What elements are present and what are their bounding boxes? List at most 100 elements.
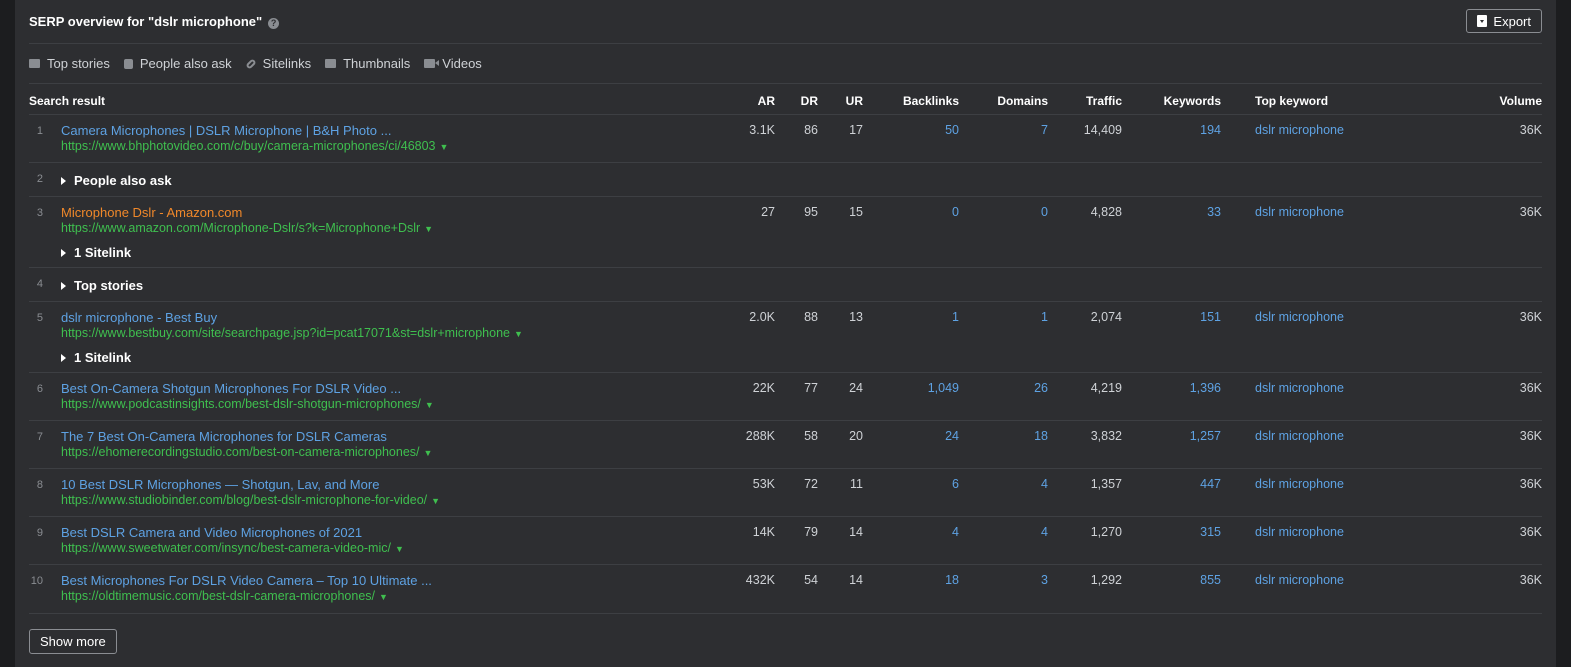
chevron-down-icon[interactable]: ▼ bbox=[395, 544, 404, 554]
export-button[interactable]: Export bbox=[1466, 9, 1542, 33]
result-url[interactable]: https://www.studiobinder.com/blog/best-d… bbox=[61, 493, 440, 507]
result-title-link[interactable]: 10 Best DSLR Microphones — Shotgun, Lav,… bbox=[61, 477, 379, 492]
table-row: 6 Best On-Camera Shotgun Microphones For… bbox=[29, 373, 1542, 421]
result-title-link[interactable]: Camera Microphones | DSLR Microphone | B… bbox=[61, 123, 391, 138]
cell-domains[interactable]: 1 bbox=[1041, 310, 1048, 324]
cell-top-keyword[interactable]: dslr microphone bbox=[1255, 123, 1344, 137]
table-row: 2 People also ask bbox=[29, 163, 1542, 197]
help-icon[interactable]: ? bbox=[268, 18, 280, 29]
cell-keywords[interactable]: 33 bbox=[1207, 205, 1221, 219]
result-title-link[interactable]: Best Microphones For DSLR Video Camera –… bbox=[61, 573, 432, 588]
row-number: 1 bbox=[36, 125, 43, 137]
result-url[interactable]: https://www.sweetwater.com/insync/best-c… bbox=[61, 541, 404, 555]
result-url[interactable]: https://www.bhphotovideo.com/c/buy/camer… bbox=[61, 139, 448, 153]
cell-dr: 54 bbox=[804, 573, 818, 587]
panel-header: SERP overview for "dslr microphone"? Exp… bbox=[29, 0, 1542, 44]
result-url[interactable]: https://ehomerecordingstudio.com/best-on… bbox=[61, 445, 432, 459]
cell-ar: 22K bbox=[752, 381, 775, 395]
chevron-down-icon[interactable]: ▼ bbox=[425, 400, 434, 410]
col-traffic[interactable]: Traffic bbox=[1086, 94, 1122, 108]
feature-sitelinks: Sitelinks bbox=[244, 56, 311, 71]
image-icon bbox=[325, 59, 337, 68]
result-url[interactable]: https://www.amazon.com/Microphone-Dslr/s… bbox=[61, 221, 433, 235]
expand-sitelink[interactable]: 1 Sitelink bbox=[61, 245, 131, 260]
cell-backlinks[interactable]: 18 bbox=[945, 573, 959, 587]
cell-dr: 72 bbox=[804, 477, 818, 491]
cell-domains[interactable]: 3 bbox=[1041, 573, 1048, 587]
feature-people-also-ask: People also ask bbox=[123, 56, 232, 71]
cell-top-keyword[interactable]: dslr microphone bbox=[1255, 429, 1344, 443]
cell-top-keyword[interactable]: dslr microphone bbox=[1255, 205, 1344, 219]
row-number: 7 bbox=[36, 431, 43, 443]
result-title-link[interactable]: The 7 Best On-Camera Microphones for DSL… bbox=[61, 429, 387, 444]
cell-top-keyword[interactable]: dslr microphone bbox=[1255, 573, 1344, 587]
cell-domains[interactable]: 18 bbox=[1034, 429, 1048, 443]
cell-dr: 77 bbox=[804, 381, 818, 395]
cell-backlinks[interactable]: 50 bbox=[945, 123, 959, 137]
result-title-link[interactable]: Microphone Dslr - Amazon.com bbox=[61, 205, 242, 220]
result-url[interactable]: https://oldtimemusic.com/best-dslr-camer… bbox=[61, 589, 388, 603]
export-file-icon bbox=[1477, 15, 1488, 27]
cell-domains[interactable]: 26 bbox=[1034, 381, 1048, 395]
col-ur[interactable]: UR bbox=[846, 94, 863, 108]
chevron-down-icon[interactable]: ▼ bbox=[424, 224, 433, 234]
cell-domains[interactable]: 4 bbox=[1041, 525, 1048, 539]
cell-domains[interactable]: 0 bbox=[1041, 205, 1048, 219]
col-keywords[interactable]: Keywords bbox=[1164, 94, 1221, 108]
video-icon bbox=[424, 59, 440, 68]
cell-domains[interactable]: 4 bbox=[1041, 477, 1048, 491]
cell-domains[interactable]: 7 bbox=[1041, 123, 1048, 137]
cell-backlinks[interactable]: 0 bbox=[952, 205, 959, 219]
chevron-down-icon[interactable]: ▼ bbox=[514, 329, 523, 339]
chevron-down-icon[interactable]: ▼ bbox=[440, 142, 449, 152]
col-volume[interactable]: Volume bbox=[1500, 94, 1542, 108]
expand-top-stories[interactable]: Top stories bbox=[61, 278, 143, 293]
result-title-link[interactable]: Best DSLR Camera and Video Microphones o… bbox=[61, 525, 362, 540]
col-ar[interactable]: AR bbox=[758, 94, 775, 108]
cell-backlinks[interactable]: 1 bbox=[952, 310, 959, 324]
cell-top-keyword[interactable]: dslr microphone bbox=[1255, 310, 1344, 324]
cell-keywords[interactable]: 1,257 bbox=[1190, 429, 1221, 443]
result-url[interactable]: https://www.podcastinsights.com/best-dsl… bbox=[61, 397, 434, 411]
result-title-link[interactable]: Best On-Camera Shotgun Microphones For D… bbox=[61, 381, 401, 396]
expand-people-also-ask[interactable]: People also ask bbox=[61, 173, 172, 188]
question-icon bbox=[123, 58, 133, 69]
cell-ur: 14 bbox=[849, 573, 863, 587]
chevron-down-icon[interactable]: ▼ bbox=[431, 496, 440, 506]
cell-backlinks[interactable]: 24 bbox=[945, 429, 959, 443]
cell-keywords[interactable]: 194 bbox=[1200, 123, 1221, 137]
col-dr[interactable]: DR bbox=[801, 94, 818, 108]
chevron-down-icon[interactable]: ▼ bbox=[379, 592, 388, 602]
cell-top-keyword[interactable]: dslr microphone bbox=[1255, 381, 1344, 395]
chevron-down-icon[interactable]: ▼ bbox=[424, 448, 433, 458]
show-more-button[interactable]: Show more bbox=[29, 629, 117, 654]
row-number: 8 bbox=[36, 479, 43, 491]
expand-sitelink[interactable]: 1 Sitelink bbox=[61, 350, 131, 365]
cell-keywords[interactable]: 1,396 bbox=[1190, 381, 1221, 395]
row-number: 10 bbox=[30, 575, 43, 587]
col-backlinks[interactable]: Backlinks bbox=[903, 94, 959, 108]
cell-ur: 24 bbox=[849, 381, 863, 395]
cell-top-keyword[interactable]: dslr microphone bbox=[1255, 477, 1344, 491]
cell-backlinks[interactable]: 4 bbox=[952, 525, 959, 539]
row-number: 2 bbox=[36, 173, 43, 185]
result-title-link[interactable]: dslr microphone - Best Buy bbox=[61, 310, 217, 325]
col-domains[interactable]: Domains bbox=[997, 94, 1048, 108]
cell-backlinks[interactable]: 6 bbox=[952, 477, 959, 491]
col-top-keyword[interactable]: Top keyword bbox=[1255, 94, 1328, 108]
cell-ar: 27 bbox=[761, 205, 775, 219]
cell-keywords[interactable]: 447 bbox=[1200, 477, 1221, 491]
cell-traffic: 4,828 bbox=[1090, 205, 1122, 219]
cell-traffic: 4,219 bbox=[1090, 381, 1122, 395]
cell-top-keyword[interactable]: dslr microphone bbox=[1255, 525, 1344, 539]
row-number: 5 bbox=[36, 312, 43, 324]
cell-backlinks[interactable]: 1,049 bbox=[928, 381, 959, 395]
result-url[interactable]: https://www.bestbuy.com/site/searchpage.… bbox=[61, 326, 523, 340]
cell-volume: 36K bbox=[1519, 477, 1542, 491]
cell-traffic: 1,357 bbox=[1090, 477, 1122, 491]
caret-right-icon bbox=[61, 354, 66, 362]
cell-keywords[interactable]: 151 bbox=[1200, 310, 1221, 324]
cell-keywords[interactable]: 855 bbox=[1200, 573, 1221, 587]
cell-keywords[interactable]: 315 bbox=[1200, 525, 1221, 539]
col-search-result[interactable]: Search result bbox=[29, 94, 105, 108]
